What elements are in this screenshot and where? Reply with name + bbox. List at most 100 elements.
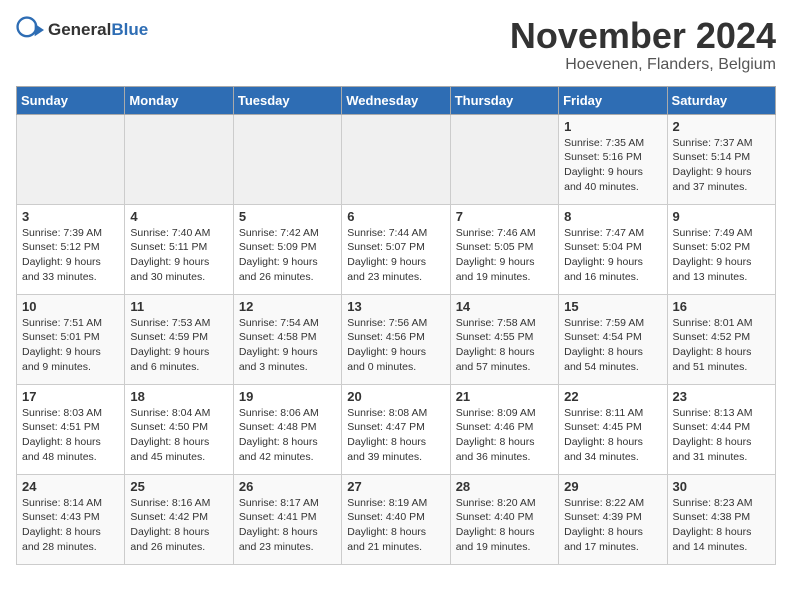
day-info: Sunrise: 8:14 AM Sunset: 4:43 PM Dayligh…	[22, 496, 119, 555]
day-cell: 15 Sunrise: 7:59 AM Sunset: 4:54 PM Dayli…	[559, 294, 667, 384]
day-number: 2	[673, 119, 770, 134]
day-cell: 28Sunrise: 8:20 AM Sunset: 4:40 PM Dayli…	[450, 474, 558, 564]
week-row-5: 24 Sunrise: 8:14 AM Sunset: 4:43 PM Dayli…	[17, 474, 776, 564]
day-number: 15	[564, 299, 661, 314]
day-number: 8	[564, 209, 661, 224]
day-number: 23	[673, 389, 770, 404]
day-info: Sunrise: 7:44 AM Sunset: 5:07 PM Dayligh…	[347, 226, 444, 285]
day-number: 19	[239, 389, 336, 404]
day-number: 9	[673, 209, 770, 224]
day-number: 24	[22, 479, 119, 494]
day-number: 11	[130, 299, 227, 314]
day-info: Sunrise: 7:54 AM Sunset: 4:58 PM Dayligh…	[239, 316, 336, 375]
logo-general: General	[48, 20, 111, 39]
day-header-wednesday: Wednesday	[342, 86, 450, 114]
day-cell: 2Sunrise: 7:37 AM Sunset: 5:14 PM Daylig…	[667, 114, 775, 204]
day-cell: 1 Sunrise: 7:35 AM Sunset: 5:16 PM Daylig…	[559, 114, 667, 204]
day-cell: 8 Sunrise: 7:47 AM Sunset: 5:04 PM Daylig…	[559, 204, 667, 294]
day-number: 20	[347, 389, 444, 404]
day-number: 7	[456, 209, 553, 224]
day-header-saturday: Saturday	[667, 86, 775, 114]
day-info: Sunrise: 8:09 AM Sunset: 4:46 PM Dayligh…	[456, 406, 553, 465]
day-info: Sunrise: 8:23 AM Sunset: 4:38 PM Dayligh…	[673, 496, 770, 555]
day-number: 25	[130, 479, 227, 494]
day-number: 22	[564, 389, 661, 404]
day-cell	[233, 114, 341, 204]
day-cell: 14 Sunrise: 7:58 AM Sunset: 4:55 PM Dayli…	[450, 294, 558, 384]
day-cell: 21 Sunrise: 8:09 AM Sunset: 4:46 PM Dayli…	[450, 384, 558, 474]
calendar-table: SundayMondayTuesdayWednesdayThursdayFrid…	[16, 86, 776, 565]
day-info: Sunrise: 8:11 AM Sunset: 4:45 PM Dayligh…	[564, 406, 661, 465]
day-number: 3	[22, 209, 119, 224]
day-cell: 12 Sunrise: 7:54 AM Sunset: 4:58 PM Dayli…	[233, 294, 341, 384]
day-cell: 22 Sunrise: 8:11 AM Sunset: 4:45 PM Dayli…	[559, 384, 667, 474]
day-info: Sunrise: 8:22 AM Sunset: 4:39 PM Dayligh…	[564, 496, 661, 555]
day-header-monday: Monday	[125, 86, 233, 114]
day-info: Sunrise: 8:19 AM Sunset: 4:40 PM Dayligh…	[347, 496, 444, 555]
day-info: Sunrise: 7:39 AM Sunset: 5:12 PM Dayligh…	[22, 226, 119, 285]
day-number: 10	[22, 299, 119, 314]
day-cell: 9 Sunrise: 7:49 AM Sunset: 5:02 PM Daylig…	[667, 204, 775, 294]
day-info: Sunrise: 7:49 AM Sunset: 5:02 PM Dayligh…	[673, 226, 770, 285]
day-cell: 29 Sunrise: 8:22 AM Sunset: 4:39 PM Dayli…	[559, 474, 667, 564]
day-info: Sunrise: 7:59 AM Sunset: 4:54 PM Dayligh…	[564, 316, 661, 375]
day-cell: 25 Sunrise: 8:16 AM Sunset: 4:42 PM Dayli…	[125, 474, 233, 564]
day-info: Sunrise: 7:40 AM Sunset: 5:11 PM Dayligh…	[130, 226, 227, 285]
week-row-2: 3 Sunrise: 7:39 AM Sunset: 5:12 PM Daylig…	[17, 204, 776, 294]
day-number: 13	[347, 299, 444, 314]
day-cell	[125, 114, 233, 204]
day-cell: 5 Sunrise: 7:42 AM Sunset: 5:09 PM Daylig…	[233, 204, 341, 294]
day-number: 14	[456, 299, 553, 314]
day-cell: 11 Sunrise: 7:53 AM Sunset: 4:59 PM Dayli…	[125, 294, 233, 384]
day-info: Sunrise: 7:56 AM Sunset: 4:56 PM Dayligh…	[347, 316, 444, 375]
day-number: 1	[564, 119, 661, 134]
week-row-3: 10Sunrise: 7:51 AM Sunset: 5:01 PM Dayli…	[17, 294, 776, 384]
page-header: GeneralBlue November 2024 Hoevenen, Flan…	[16, 16, 776, 74]
day-cell	[450, 114, 558, 204]
day-cell: 19 Sunrise: 8:06 AM Sunset: 4:48 PM Dayli…	[233, 384, 341, 474]
day-info: Sunrise: 7:46 AM Sunset: 5:05 PM Dayligh…	[456, 226, 553, 285]
day-cell: 24 Sunrise: 8:14 AM Sunset: 4:43 PM Dayli…	[17, 474, 125, 564]
location-title: Hoevenen, Flanders, Belgium	[510, 56, 776, 74]
day-info: Sunrise: 8:03 AM Sunset: 4:51 PM Dayligh…	[22, 406, 119, 465]
day-cell: 30 Sunrise: 8:23 AM Sunset: 4:38 PM Dayli…	[667, 474, 775, 564]
week-row-1: 1 Sunrise: 7:35 AM Sunset: 5:16 PM Daylig…	[17, 114, 776, 204]
day-info: Sunrise: 7:53 AM Sunset: 4:59 PM Dayligh…	[130, 316, 227, 375]
day-info: Sunrise: 8:17 AM Sunset: 4:41 PM Dayligh…	[239, 496, 336, 555]
day-cell: 23Sunrise: 8:13 AM Sunset: 4:44 PM Dayli…	[667, 384, 775, 474]
day-number: 29	[564, 479, 661, 494]
day-info: Sunrise: 8:06 AM Sunset: 4:48 PM Dayligh…	[239, 406, 336, 465]
calendar-header-row: SundayMondayTuesdayWednesdayThursdayFrid…	[17, 86, 776, 114]
day-info: Sunrise: 8:01 AM Sunset: 4:52 PM Dayligh…	[673, 316, 770, 375]
day-info: Sunrise: 7:42 AM Sunset: 5:09 PM Dayligh…	[239, 226, 336, 285]
day-cell	[17, 114, 125, 204]
day-number: 27	[347, 479, 444, 494]
day-cell: 7 Sunrise: 7:46 AM Sunset: 5:05 PM Daylig…	[450, 204, 558, 294]
day-number: 18	[130, 389, 227, 404]
day-info: Sunrise: 7:58 AM Sunset: 4:55 PM Dayligh…	[456, 316, 553, 375]
day-number: 21	[456, 389, 553, 404]
day-header-sunday: Sunday	[17, 86, 125, 114]
title-block: November 2024 Hoevenen, Flanders, Belgiu…	[510, 16, 776, 74]
day-number: 26	[239, 479, 336, 494]
day-info: Sunrise: 7:35 AM Sunset: 5:16 PM Dayligh…	[564, 136, 661, 195]
day-info: Sunrise: 7:47 AM Sunset: 5:04 PM Dayligh…	[564, 226, 661, 285]
month-title: November 2024	[510, 16, 776, 56]
day-number: 5	[239, 209, 336, 224]
day-number: 28	[456, 479, 553, 494]
day-cell: 20Sunrise: 8:08 AM Sunset: 4:47 PM Dayli…	[342, 384, 450, 474]
day-cell: 13 Sunrise: 7:56 AM Sunset: 4:56 PM Dayli…	[342, 294, 450, 384]
day-number: 12	[239, 299, 336, 314]
week-row-4: 17Sunrise: 8:03 AM Sunset: 4:51 PM Dayli…	[17, 384, 776, 474]
day-cell	[342, 114, 450, 204]
day-cell: 16Sunrise: 8:01 AM Sunset: 4:52 PM Dayli…	[667, 294, 775, 384]
day-cell: 17Sunrise: 8:03 AM Sunset: 4:51 PM Dayli…	[17, 384, 125, 474]
day-cell: 10Sunrise: 7:51 AM Sunset: 5:01 PM Dayli…	[17, 294, 125, 384]
day-number: 30	[673, 479, 770, 494]
day-number: 4	[130, 209, 227, 224]
day-info: Sunrise: 8:04 AM Sunset: 4:50 PM Dayligh…	[130, 406, 227, 465]
day-info: Sunrise: 8:16 AM Sunset: 4:42 PM Dayligh…	[130, 496, 227, 555]
day-header-thursday: Thursday	[450, 86, 558, 114]
day-cell: 3 Sunrise: 7:39 AM Sunset: 5:12 PM Daylig…	[17, 204, 125, 294]
logo: GeneralBlue	[16, 16, 148, 44]
